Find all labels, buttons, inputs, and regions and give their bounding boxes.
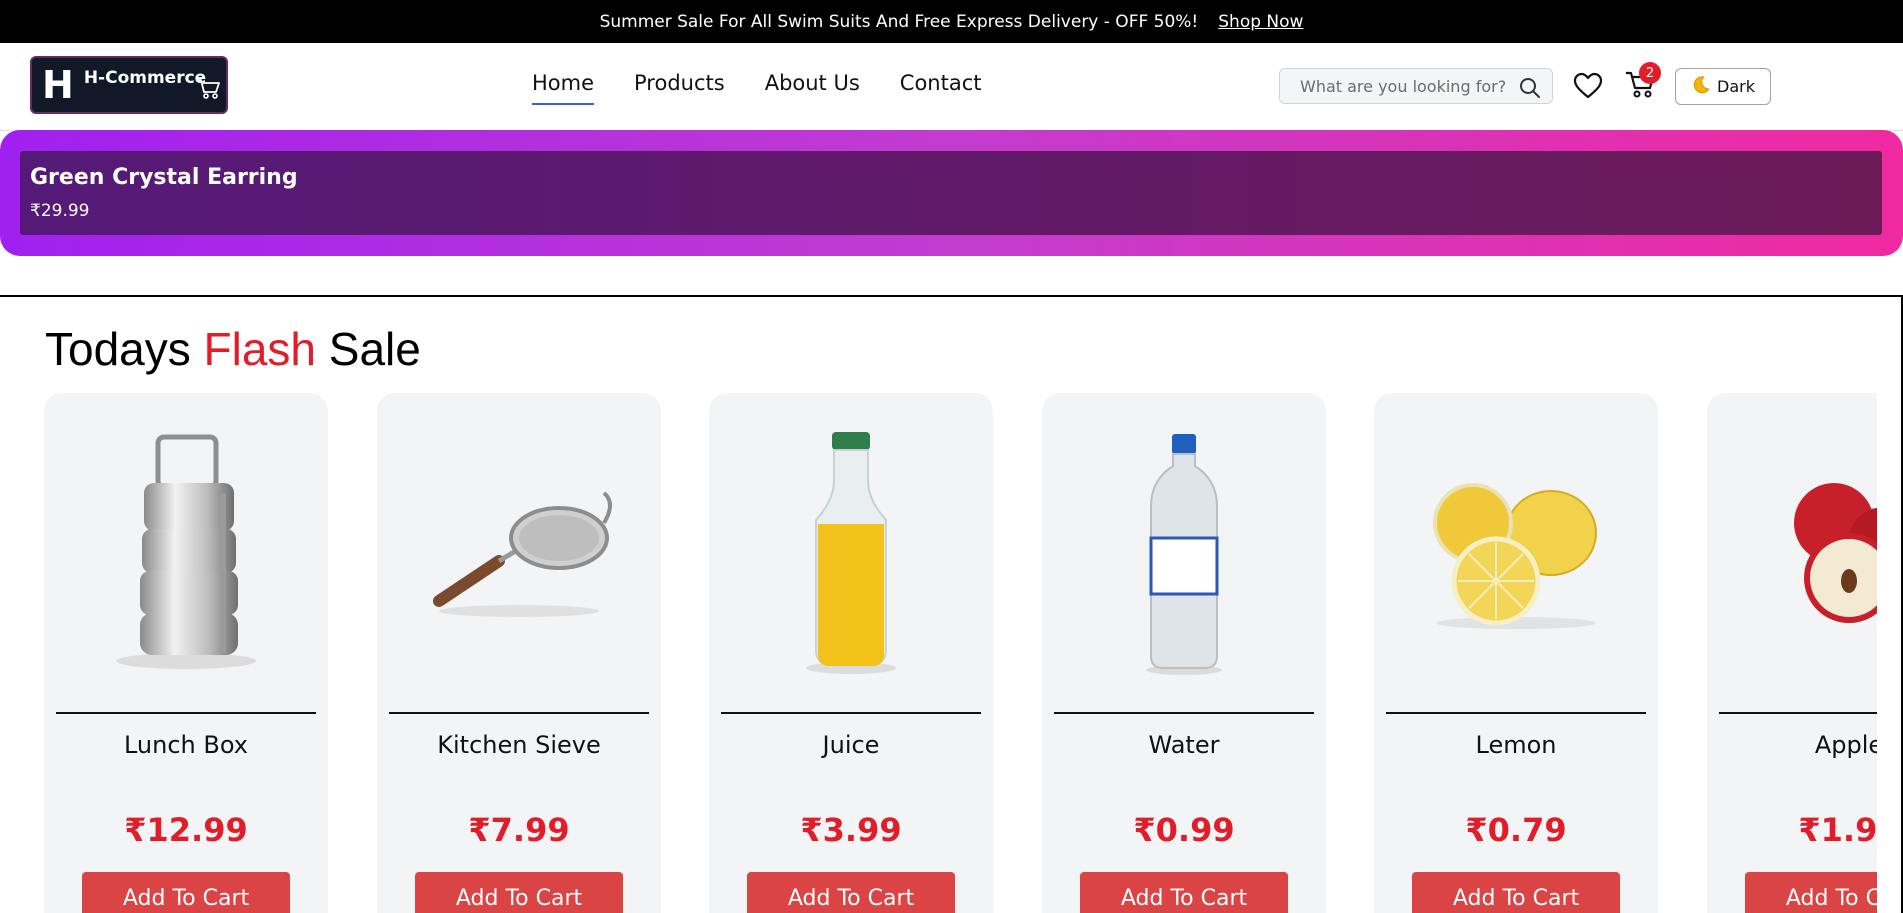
product-card[interactable]: Lunch Box ₹12.99 Add To Cart [44, 393, 328, 913]
promo-title: Green Crystal Earring [30, 165, 298, 190]
product-price: ₹7.99 [468, 811, 570, 849]
shop-now-link[interactable]: Shop Now [1218, 12, 1303, 32]
card-divider [56, 712, 316, 714]
nav-about-us[interactable]: About Us [765, 71, 860, 105]
add-to-cart-button[interactable]: Add To Cart [747, 872, 955, 913]
nav-home[interactable]: Home [532, 71, 595, 105]
nav-contact[interactable]: Contact [900, 71, 982, 105]
banner-text: Summer Sale For All Swim Suits And Free … [599, 11, 1199, 32]
cart-icon [196, 78, 222, 105]
theme-toggle-button[interactable]: Dark [1675, 68, 1771, 105]
heart-icon[interactable] [1573, 72, 1603, 105]
section-divider [0, 295, 1903, 297]
apple-icon [1707, 413, 1877, 693]
lemon-icon [1374, 413, 1658, 693]
card-divider [1386, 712, 1646, 714]
kitchen-sieve-icon [377, 413, 661, 693]
product-card[interactable]: Water ₹0.99 Add To Cart [1042, 393, 1326, 913]
product-price: ₹3.99 [800, 811, 902, 849]
product-name: Juice [822, 731, 880, 759]
search-icon[interactable] [1518, 76, 1542, 105]
card-divider [389, 712, 649, 714]
search-input[interactable] [1298, 75, 1517, 97]
flash-sale-carousel: Lunch Box ₹12.99 Add To Cart Kitchen Sie… [0, 390, 1877, 913]
search-box [1279, 68, 1553, 104]
site-header: H H-Commerce Home Products About Us Cont… [0, 43, 1903, 131]
product-card[interactable]: Kitchen Sieve ₹7.99 Add To Cart [377, 393, 661, 913]
top-banner: Summer Sale For All Swim Suits And Free … [0, 0, 1903, 43]
product-price: ₹1.99 [1798, 811, 1877, 849]
product-name: Kitchen Sieve [437, 731, 601, 759]
cart-count-badge: 2 [1639, 62, 1661, 84]
product-name: Apple [1814, 731, 1877, 759]
logo-text: H-Commerce [83, 68, 207, 88]
juice-bottle-icon [709, 413, 993, 693]
promo-price: ₹29.99 [30, 201, 90, 221]
moon-icon [1691, 75, 1711, 99]
title-accent: Flash [203, 323, 317, 375]
product-name: Lemon [1475, 731, 1557, 759]
main-nav: Home Products About Us Contact [532, 71, 981, 105]
add-to-cart-button[interactable]: Add To Cart [82, 872, 290, 913]
title-part-2: Sale [316, 323, 421, 375]
product-card[interactable]: Apple ₹1.99 Add To Cart [1707, 393, 1877, 913]
promo-banner[interactable]: Green Crystal Earring ₹29.99 [0, 130, 1903, 256]
promo-card: Green Crystal Earring ₹29.99 [20, 151, 1882, 235]
product-price: ₹0.79 [1465, 811, 1567, 849]
product-price: ₹0.99 [1133, 811, 1235, 849]
add-to-cart-button[interactable]: Add To Cart [415, 872, 623, 913]
section-title: Todays Flash Sale [45, 322, 421, 376]
title-part-1: Todays [45, 323, 204, 375]
theme-toggle-label: Dark [1717, 77, 1755, 96]
card-divider [721, 712, 981, 714]
add-to-cart-button[interactable]: Add To Cart [1080, 872, 1288, 913]
water-bottle-icon [1042, 413, 1326, 693]
add-to-cart-button[interactable]: Add To Cart [1745, 872, 1877, 913]
product-price: ₹12.99 [124, 811, 248, 849]
logo[interactable]: H H-Commerce [30, 56, 228, 114]
product-card[interactable]: Lemon ₹0.79 Add To Cart [1374, 393, 1658, 913]
card-divider [1719, 712, 1877, 714]
product-name: Lunch Box [123, 731, 249, 759]
logo-letter: H [42, 63, 74, 107]
lunch-box-icon [44, 413, 328, 693]
product-name: Water [1148, 731, 1220, 759]
card-divider [1054, 712, 1314, 714]
product-card[interactable]: Juice ₹3.99 Add To Cart [709, 393, 993, 913]
nav-products[interactable]: Products [634, 71, 725, 105]
add-to-cart-button[interactable]: Add To Cart [1412, 872, 1620, 913]
